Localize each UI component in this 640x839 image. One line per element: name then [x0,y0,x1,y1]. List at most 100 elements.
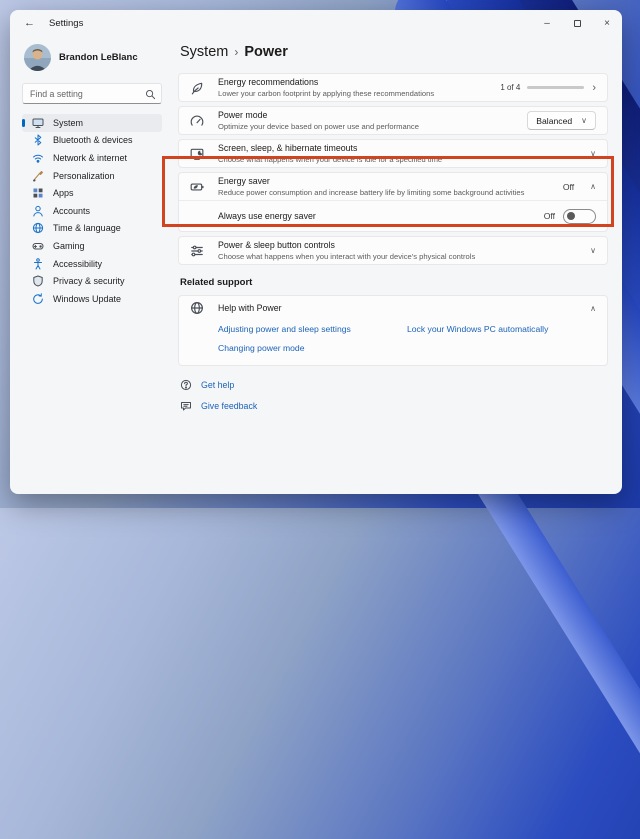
sidebar-item-system[interactable]: System [22,114,162,132]
sidebar-item-accounts[interactable]: Accounts [22,202,162,220]
help-title: Help with Power [218,303,282,313]
accessibility-icon [34,257,42,270]
power-mode-value: Balanced [536,115,573,126]
link-adjusting-power[interactable]: Adjusting power and sleep settings [218,324,407,334]
sidebar-item-accessibility[interactable]: Accessibility [22,255,162,273]
clock-globe-icon [32,223,44,234]
main-content: System › Power Energy recommendations Lowe… [172,36,622,494]
card-power-mode: Power mode Optimize your device based on… [178,106,608,135]
card-title: Energy saver [218,176,270,187]
screen-sleep-icon [190,147,205,161]
sidebar-item-label: Accessibility [53,258,103,269]
sidebar-item-label: Bluetooth & devices [53,135,133,146]
recommendations-progress: 1 of 4 [500,83,585,92]
card-screen-sleep[interactable]: Screen, sleep, & hibernate timeouts Choo… [178,139,608,168]
sidebar-item-privacy[interactable]: Privacy & security [22,272,162,290]
wifi-icon [33,154,43,163]
always-energy-saver-label: Always use energy saver [218,211,316,221]
chevron-up-icon: ∧ [590,303,596,313]
update-icon [33,293,43,304]
sidebar-item-label: Accounts [53,205,91,216]
sidebar-item-label: Privacy & security [53,276,125,287]
monitor-icon [32,118,44,128]
sidebar-item-label: Time & language [53,223,121,234]
link-lock-pc[interactable]: Lock your Windows PC automatically [407,324,596,334]
brush-icon [33,170,43,182]
footer-links: Get help Give feedback [178,379,608,412]
chevron-down-icon: ∨ [590,149,596,158]
sidebar-item-bluetooth[interactable]: Bluetooth & devices [22,132,162,150]
settings-window: ← Settings – × Brandon LeBlanc Find a se… [10,10,622,494]
card-energy-saver: Energy saver Reduce power consumption an… [178,172,608,232]
maximize-icon [573,19,581,27]
link-changing-power-mode[interactable]: Changing power mode [218,343,407,353]
titlebar: ← Settings – × [10,10,622,36]
apps-grid-icon [33,188,43,198]
card-help-with-power: Help with Power ∧ Adjusting power and sl… [178,295,608,366]
card-subtitle: Choose what happens when you interact wi… [218,251,476,261]
search-input[interactable] [22,83,162,104]
energy-saver-header[interactable]: Energy saver Reduce power consumption an… [179,173,607,200]
feedback-icon [181,402,191,411]
sidebar: Brandon LeBlanc System Bluetooth & devic… [10,36,172,494]
chevron-down-icon: ∨ [581,116,587,125]
card-subtitle: Optimize your device based on power use … [218,121,419,131]
chevron-up-icon: ∧ [590,182,596,191]
card-title: Screen, sleep, & hibernate timeouts [218,143,358,154]
give-feedback-link[interactable]: Give feedback [201,401,257,411]
sidebar-item-windows-update[interactable]: Windows Update [22,290,162,308]
card-energy-recommendations[interactable]: Energy recommendations Lower your carbon… [178,73,608,102]
always-energy-saver-row: Always use energy saver Off [179,201,607,231]
sidebar-item-gaming[interactable]: Gaming [22,237,162,255]
user-profile[interactable]: Brandon LeBlanc [24,44,162,71]
breadcrumb-system[interactable]: System [180,44,228,60]
sidebar-item-label: Windows Update [53,293,122,304]
window-title: Settings [49,17,84,29]
power-mode-dropdown[interactable]: Balanced ∨ [527,111,596,130]
related-support-heading: Related support [180,277,253,288]
get-help-icon [180,379,192,391]
search-box [22,83,162,104]
help-header[interactable]: Help with Power ∧ [179,296,607,320]
minimize-button[interactable]: – [532,10,562,36]
toggle-knob [566,212,575,220]
sidebar-item-label: System [53,117,84,128]
gauge-icon [190,114,205,128]
person-icon [33,205,43,217]
globe-icon [190,301,205,315]
progress-label: 1 of 4 [500,83,521,92]
bluetooth-icon [34,134,42,146]
breadcrumb: System › Power [180,44,608,60]
sidebar-item-network[interactable]: Network & internet [22,149,162,167]
close-button[interactable]: × [592,10,622,36]
page-title: Power [244,44,288,60]
card-power-buttons[interactable]: Power & sleep button controls Choose wha… [178,236,608,265]
energy-saver-state: Off [562,181,575,192]
help-links: Adjusting power and sleep settings Lock … [179,320,607,365]
breadcrumb-separator: › [234,45,239,59]
search-icon [145,87,156,105]
card-subtitle: Reduce power consumption and increase ba… [218,187,525,197]
sidebar-item-label: Apps [53,188,74,199]
card-title: Energy recommendations [218,77,319,88]
card-subtitle: Choose what happens when your device is … [218,154,443,164]
user-name: Brandon LeBlanc [59,52,138,63]
card-title: Power mode [218,110,268,121]
sidebar-item-apps[interactable]: Apps [22,184,162,202]
always-energy-saver-toggle[interactable] [563,208,596,224]
chevron-right-icon: › [592,81,596,94]
avatar [24,44,51,71]
sidebar-item-label: Gaming [53,240,85,251]
get-help-link[interactable]: Get help [201,380,234,390]
sidebar-item-personalization[interactable]: Personalization [22,167,162,185]
progress-bar [527,85,585,90]
sidebar-item-time-language[interactable]: Time & language [22,220,162,238]
sidebar-item-label: Network & internet [53,152,128,163]
toggle-state-label: Off [543,211,555,221]
card-subtitle: Lower your carbon footprint by applying … [218,88,435,98]
sidebar-item-label: Personalization [53,170,115,181]
maximize-button[interactable] [562,10,592,36]
sidebar-nav: System Bluetooth & devices Network & int… [22,114,162,308]
leaf-icon [190,81,205,95]
back-button[interactable]: ← [24,17,35,29]
